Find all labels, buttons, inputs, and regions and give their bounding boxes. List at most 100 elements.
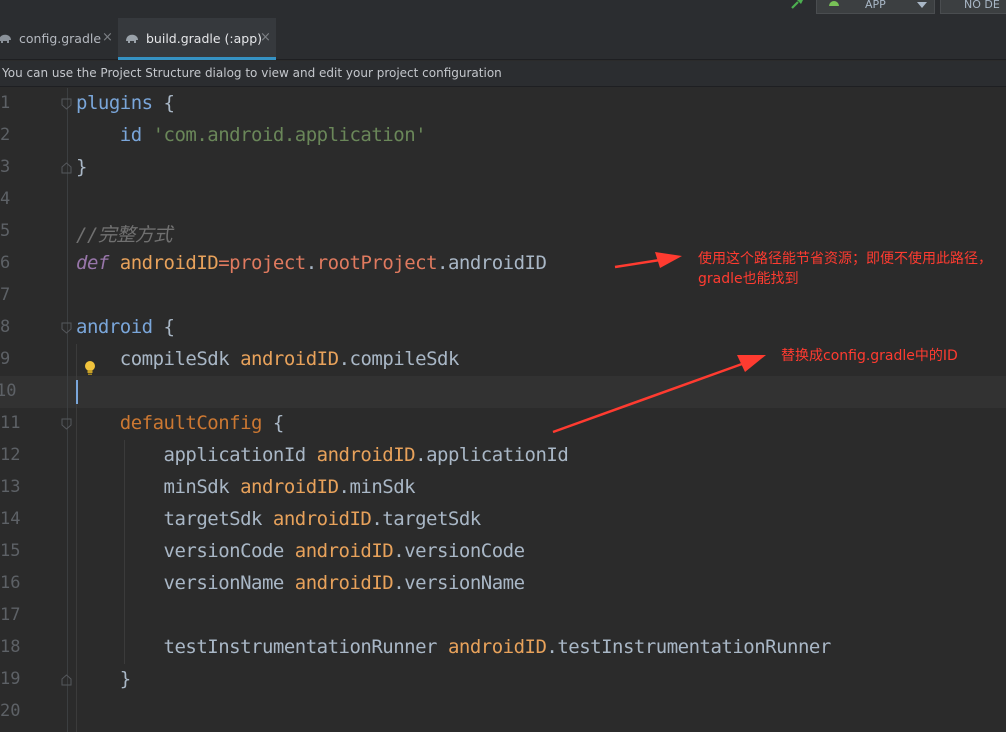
run-configuration-select[interactable]: APP bbox=[816, 0, 935, 14]
fold-icon[interactable] bbox=[61, 322, 72, 334]
code-token: .versionName bbox=[393, 572, 525, 594]
annotation-note: 使用这个路径能节省资源；即便不使用此路径，gradle也能找到 bbox=[698, 251, 992, 287]
line-number: 16 bbox=[0, 573, 21, 593]
code-token: androidID bbox=[316, 444, 416, 466]
code-token: { bbox=[152, 316, 175, 338]
line-number: 17 bbox=[0, 605, 21, 625]
tab-build-gradle-app[interactable]: build.gradle (:app) × bbox=[118, 18, 276, 60]
device-select[interactable]: NO DE bbox=[940, 0, 1006, 14]
code-token: androidID bbox=[240, 348, 339, 370]
code-line: 16 versionName androidID.versionName bbox=[0, 568, 1006, 600]
code-token: .compileSdk bbox=[338, 348, 460, 370]
code-token: versionCode bbox=[163, 540, 295, 562]
code-token: minSdk bbox=[163, 476, 241, 498]
code-token: androidID bbox=[240, 476, 339, 498]
code-token: androidID bbox=[272, 508, 372, 530]
code-token: .testInstrumentationRunner bbox=[546, 636, 831, 658]
line-number: 19 bbox=[0, 669, 21, 689]
fold-icon[interactable] bbox=[61, 162, 72, 174]
code-line: 4 bbox=[0, 184, 1006, 216]
annotation-note: 替换成config.gradle中的ID bbox=[781, 348, 958, 364]
line-number: 11 bbox=[0, 413, 21, 433]
code-token: versionName bbox=[163, 572, 295, 594]
line-number: 18 bbox=[0, 637, 21, 657]
code-line: 8 android { bbox=[0, 312, 1006, 344]
code-line: 18 testInstrumentationRunner androidID.t… bbox=[0, 632, 1006, 664]
code-token: id bbox=[119, 124, 153, 146]
code-token: rootProject bbox=[316, 252, 438, 274]
active-tab-indicator bbox=[118, 57, 276, 60]
line-number: 13 bbox=[0, 477, 21, 497]
code-token: } bbox=[119, 668, 131, 690]
code-token: } bbox=[76, 156, 87, 178]
run-configuration-label: APP bbox=[865, 0, 886, 11]
code-token: applicationId bbox=[163, 444, 317, 466]
code-comment: //完整方式 bbox=[76, 224, 172, 246]
notification-banner: You can use the Project Structure dialog… bbox=[0, 61, 1006, 87]
code-token: { bbox=[261, 412, 284, 434]
line-number: 4 bbox=[0, 189, 11, 209]
device-label: NO DE bbox=[964, 0, 1000, 11]
text-caret bbox=[76, 380, 78, 404]
line-number: 8 bbox=[0, 317, 11, 337]
code-token: testInstrumentationRunner bbox=[163, 636, 448, 658]
code-line: 5 //完整方式 bbox=[0, 216, 1006, 248]
close-tab-icon[interactable]: × bbox=[260, 30, 271, 45]
line-number: 7 bbox=[0, 285, 11, 305]
line-number: 12 bbox=[0, 445, 21, 465]
code-line: 1 plugins { bbox=[0, 88, 1006, 120]
code-line-current: 10 bbox=[0, 376, 1006, 408]
code-line: 20 bbox=[0, 696, 1006, 728]
code-token: = bbox=[218, 252, 230, 274]
code-editor[interactable]: 1 plugins { 2 id 'com.android.applicatio… bbox=[0, 88, 1006, 732]
code-token: plugins bbox=[76, 92, 153, 114]
line-number: 5 bbox=[0, 221, 11, 241]
code-line: 14 targetSdk androidID.targetSdk bbox=[0, 504, 1006, 536]
banner-text: You can use the Project Structure dialog… bbox=[2, 66, 502, 80]
code-token: androidID bbox=[294, 572, 394, 594]
code-line: 12 applicationId androidID.applicationId bbox=[0, 440, 1006, 472]
android-icon bbox=[829, 1, 839, 6]
lightbulb-icon[interactable] bbox=[83, 360, 97, 376]
code-token: androidID bbox=[119, 252, 219, 274]
code-line: 15 versionCode androidID.versionCode bbox=[0, 536, 1006, 568]
tab-config-gradle[interactable]: config.gradle × bbox=[0, 18, 116, 60]
code-token: .targetSdk bbox=[371, 508, 481, 530]
code-token: def bbox=[76, 252, 120, 274]
line-number: 6 bbox=[0, 253, 11, 273]
fold-icon[interactable] bbox=[61, 418, 72, 430]
code-line: 11 defaultConfig { bbox=[0, 408, 1006, 440]
code-line: 13 minSdk androidID.minSdk bbox=[0, 472, 1006, 504]
code-line: 3 } bbox=[0, 152, 1006, 184]
line-number: 2 bbox=[0, 125, 11, 145]
code-token: defaultConfig bbox=[119, 412, 263, 434]
close-tab-icon[interactable]: × bbox=[102, 30, 113, 45]
code-token: android bbox=[76, 316, 153, 338]
code-token: project bbox=[229, 252, 306, 274]
line-number: 9 bbox=[0, 349, 11, 369]
line-number: 20 bbox=[0, 701, 21, 721]
code-token: { bbox=[152, 92, 175, 114]
gradle-elephant-icon bbox=[0, 34, 11, 43]
tab-label: build.gradle (:app) bbox=[146, 31, 263, 46]
code-token: androidID bbox=[447, 636, 547, 658]
code-token: .versionCode bbox=[393, 540, 525, 562]
chevron-down-icon bbox=[917, 2, 927, 8]
line-number: 14 bbox=[0, 509, 21, 529]
build-hammer-icon[interactable] bbox=[790, 0, 804, 10]
line-number: 10 bbox=[0, 381, 17, 401]
code-token: .androidID bbox=[437, 252, 547, 274]
code-token: .minSdk bbox=[338, 476, 416, 498]
toolbar: APP NO DE bbox=[0, 0, 1006, 18]
code-token: 'com.android.application' bbox=[152, 124, 427, 146]
fold-icon[interactable] bbox=[61, 98, 72, 110]
editor-tab-bar: config.gradle × build.gradle (:app) × bbox=[0, 18, 1006, 60]
code-token: . bbox=[305, 252, 317, 274]
line-number: 1 bbox=[0, 93, 11, 113]
fold-icon[interactable] bbox=[61, 674, 72, 686]
gradle-elephant-icon bbox=[126, 34, 138, 43]
tab-label: config.gradle bbox=[19, 31, 102, 46]
code-token: androidID bbox=[294, 540, 394, 562]
code-token: compileSdk bbox=[119, 348, 241, 370]
line-number: 15 bbox=[0, 541, 21, 561]
